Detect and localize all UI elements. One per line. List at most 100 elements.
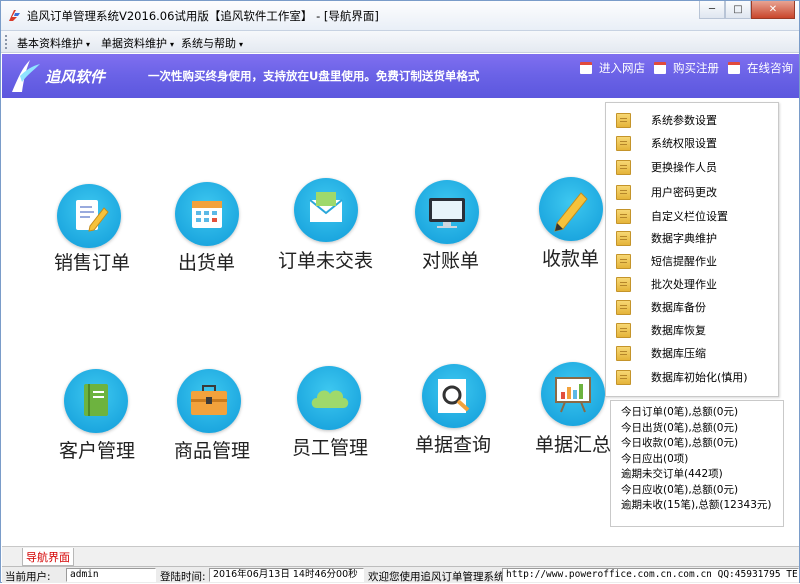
note-icon <box>616 159 631 175</box>
menu-system-help[interactable]: 系统与帮助 ▾ <box>181 35 243 51</box>
pencil-icon <box>539 177 603 241</box>
link-online-consult[interactable]: 在线咨询 <box>728 60 793 76</box>
brand-logo-icon <box>12 60 40 92</box>
current-user-value: admin <box>66 568 156 582</box>
app-logo-icon <box>9 10 20 21</box>
tile-label: 销售订单 <box>54 252 131 274</box>
side-item-label: 短信提醒作业 <box>651 255 717 268</box>
tab-navigation[interactable]: 导航界面 <box>22 548 74 566</box>
menu-grip-handle[interactable] <box>5 35 8 49</box>
menu-change-password[interactable]: 用户密码更改 <box>616 183 717 201</box>
calendar-icon <box>654 62 666 74</box>
stat-today-receipts: 今日收款(0笔),总额(0元) <box>621 437 739 449</box>
menu-bar: 基本资料维护 ▾ 单据资料维护 ▾ 系统与帮助 ▾ <box>1 31 799 53</box>
menu-label: 系统与帮助 <box>181 37 236 50</box>
menu-document-data[interactable]: 单据资料维护 ▾ <box>101 35 174 51</box>
calendar-icon <box>175 182 239 246</box>
menu-batch-processing[interactable]: 批次处理作业 <box>616 275 717 293</box>
menu-switch-operator[interactable]: 更换操作人员 <box>616 158 717 176</box>
system-menu-panel: 系统参数设置 系统权限设置 更换操作人员 用户密码更改 自定义栏位设置 数据字典… <box>605 102 779 397</box>
welcome-message: 欢迎您使用追风订单管理系统 <box>368 571 505 583</box>
stat-today-receivable: 今日应收(0笔),总额(0元) <box>621 483 739 496</box>
tab-bar: 导航界面 <box>2 546 799 566</box>
app-window: 追风订单管理系统V2016.06试用版【追风软件工作室】 - [导航界面] ─ … <box>0 0 800 583</box>
note-icon <box>616 112 631 128</box>
stat-overdue-receivable: 逾期未收(15笔),总额(12343元) <box>621 499 772 511</box>
note-icon <box>616 208 631 224</box>
header-banner: 追风软件 一次性购买终身使用，支持放在U盘里使用。免费订制送货单格式 进入网店 … <box>2 54 799 98</box>
tile-label: 客户管理 <box>59 440 136 462</box>
side-item-label: 批次处理作业 <box>651 278 717 291</box>
cloud-icon <box>297 366 361 430</box>
menu-system-params[interactable]: 系统参数设置 <box>616 111 717 129</box>
side-item-label: 数据库压缩 <box>651 347 706 360</box>
book-icon <box>64 369 128 433</box>
calendar-icon <box>728 62 740 74</box>
login-time-value: 2016年06月13日 14时46分00秒 <box>209 568 364 582</box>
menu-system-permissions[interactable]: 系统权限设置 <box>616 134 717 152</box>
side-item-label: 系统参数设置 <box>651 114 717 127</box>
window-controls: ─ □ ✕ <box>699 1 795 21</box>
stat-overdue-orders: 逾期未交订单(442项) <box>621 468 723 480</box>
tile-label: 单据汇总 <box>535 434 612 456</box>
side-item-label: 用户密码更改 <box>651 186 717 199</box>
note-icon <box>616 322 631 338</box>
note-icon <box>616 345 631 361</box>
daily-stats-panel: 今日订单(0笔),总额(0元) 今日出货(0笔),总额(0元) 今日收款(0笔)… <box>610 400 784 527</box>
link-buy-register[interactable]: 购买注册 <box>654 60 719 76</box>
menu-db-compress[interactable]: 数据库压缩 <box>616 344 706 362</box>
contact-info: http://www.poweroffice.com.cn.com.cn QQ:… <box>502 568 799 582</box>
side-item-label: 数据库恢复 <box>651 324 706 337</box>
calendar-icon <box>580 62 592 74</box>
side-item-label: 系统权限设置 <box>651 137 717 150</box>
link-label: 进入网店 <box>599 61 645 75</box>
chevron-down-icon: ▾ <box>239 40 244 49</box>
note-icon <box>616 135 631 151</box>
tile-label: 对账单 <box>422 250 480 272</box>
link-label: 在线咨询 <box>747 61 793 75</box>
close-button[interactable]: ✕ <box>751 1 795 19</box>
side-item-label: 数据库备份 <box>651 301 706 314</box>
menu-db-backup[interactable]: 数据库备份 <box>616 298 706 316</box>
link-online-store[interactable]: 进入网店 <box>580 60 645 76</box>
stat-today-due: 今日应出(0项) <box>621 452 689 465</box>
current-user-label: 当前用户: <box>5 571 51 583</box>
note-icon <box>616 276 631 292</box>
note-icon <box>616 369 631 385</box>
menu-label: 基本资料维护 <box>17 37 83 50</box>
side-item-label: 数据库初始化(慎用) <box>651 371 748 384</box>
tile-label: 员工管理 <box>292 437 369 459</box>
tile-label: 商品管理 <box>174 440 251 462</box>
menu-basic-data[interactable]: 基本资料维护 ▾ <box>17 35 90 51</box>
status-bar: 当前用户: admin 登陆时间: 2016年06月13日 14时46分00秒 … <box>2 566 799 583</box>
stat-today-orders: 今日订单(0笔),总额(0元) <box>621 406 739 418</box>
link-label: 购买注册 <box>673 61 719 75</box>
window-title: 追风订单管理系统V2016.06试用版【追风软件工作室】 - [导航界面] <box>27 9 379 23</box>
menu-sms-reminder[interactable]: 短信提醒作业 <box>616 252 717 270</box>
magnifier-icon <box>422 364 486 428</box>
menu-db-initialize[interactable]: 数据库初始化(慎用) <box>616 368 748 386</box>
side-item-label: 自定义栏位设置 <box>651 210 728 223</box>
chevron-down-icon: ▾ <box>86 40 91 49</box>
side-item-label: 数据字典维护 <box>651 232 717 245</box>
side-item-label: 更换操作人员 <box>651 161 717 174</box>
tile-label: 订单未交表 <box>278 250 374 272</box>
tile-label: 单据查询 <box>415 434 492 456</box>
chevron-down-icon: ▾ <box>170 40 175 49</box>
mail-icon <box>294 178 358 242</box>
edit-doc-icon <box>57 184 121 248</box>
note-icon <box>616 184 631 200</box>
tile-label: 收款单 <box>542 248 600 270</box>
menu-label: 单据资料维护 <box>101 37 167 50</box>
monitor-icon <box>415 180 479 244</box>
menu-custom-columns[interactable]: 自定义栏位设置 <box>616 207 728 225</box>
menu-db-restore[interactable]: 数据库恢复 <box>616 321 706 339</box>
brand-name: 追风软件 <box>45 68 106 86</box>
minimize-button[interactable]: ─ <box>699 1 725 19</box>
note-icon <box>616 253 631 269</box>
maximize-button[interactable]: □ <box>725 1 751 19</box>
stat-today-shipments: 今日出货(0笔),总额(0元) <box>621 421 739 434</box>
chart-board-icon <box>541 362 605 426</box>
title-bar[interactable]: 追风订单管理系统V2016.06试用版【追风软件工作室】 - [导航界面] ─ … <box>1 1 799 31</box>
menu-data-dictionary[interactable]: 数据字典维护 <box>616 229 717 247</box>
